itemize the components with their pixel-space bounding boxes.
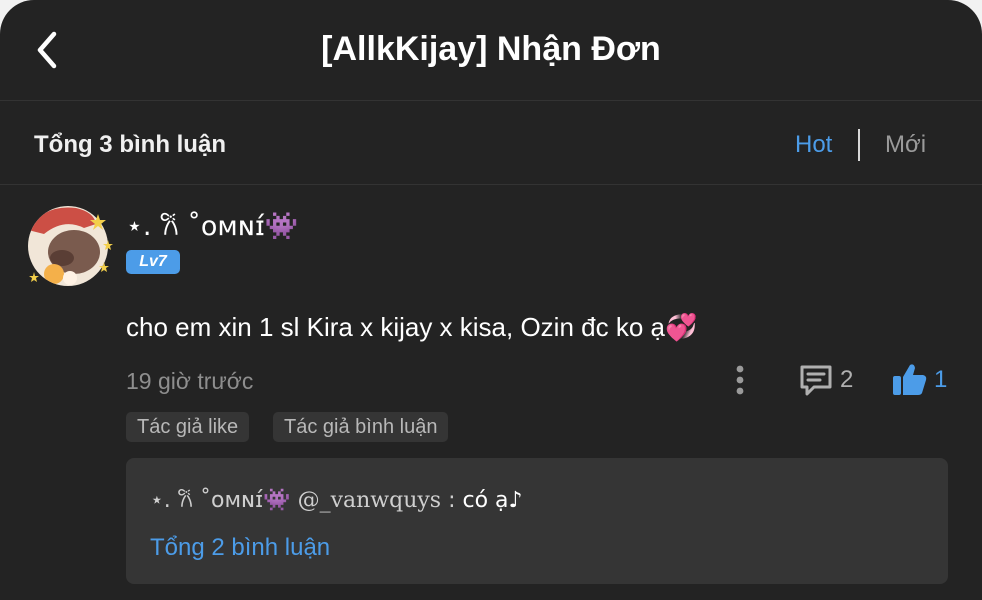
reply-mention[interactable]: @_vanwquys <box>298 488 442 513</box>
header: [AllkKijay] Nhận Đơn <box>0 0 982 101</box>
reply-button[interactable]: 2 <box>798 362 853 398</box>
author-replied-badge: Tác giả bình luận <box>273 412 449 442</box>
reply-count: 2 <box>840 366 854 393</box>
reply-colon: : <box>441 488 463 513</box>
thumbs-up-icon <box>893 364 927 395</box>
comment-total: Tổng 3 bình luận <box>34 131 226 158</box>
like-count: 1 <box>934 366 948 393</box>
author-liked-badge: Tác giả like <box>126 412 250 442</box>
comment-body: cho em xin 1 sl Kira x kijay x kisa, Ozi… <box>126 312 698 342</box>
avatar-image <box>28 206 113 286</box>
reply-item: ⋆. 𐙚 ˚ᴏᴍɴɪ́👾 @_vanwquys : có ạ♪ <box>150 484 523 514</box>
comment-author[interactable]: ⋆. 𐙚 ˚ᴏᴍɴɪ́👾 <box>126 206 299 243</box>
reply-author[interactable]: ⋆. 𐙚 ˚ᴏᴍɴɪ́👾 <box>150 488 291 513</box>
page-title: [AllkKijay] Nhận Đơn <box>321 30 661 68</box>
comments-sheet: [AllkKijay] Nhận Đơn Tổng 3 bình luận Ho… <box>0 0 982 600</box>
comments-toolbar: Tổng 3 bình luận Hot Mới <box>0 101 982 185</box>
reply-message: có ạ♪ <box>462 488 523 513</box>
sort-hot-tab[interactable]: Hot <box>795 131 832 159</box>
comment-icon <box>800 365 832 396</box>
more-options-button[interactable] <box>728 362 752 398</box>
sort-new-tab[interactable]: Mới <box>885 131 926 159</box>
comment-time: 19 giờ trước <box>126 368 254 394</box>
view-replies-link[interactable]: Tổng 2 bình luận <box>150 534 330 562</box>
avatar[interactable] <box>24 200 116 292</box>
like-button[interactable]: 1 <box>890 360 947 400</box>
reply-preview[interactable]: ⋆. 𐙚 ˚ᴏᴍɴɪ́👾 @_vanwquys : có ạ♪ Tổng 2 b… <box>126 458 948 584</box>
level-badge: Lv7 <box>126 250 180 274</box>
more-vertical-icon <box>736 365 744 395</box>
sort-divider <box>858 129 860 161</box>
